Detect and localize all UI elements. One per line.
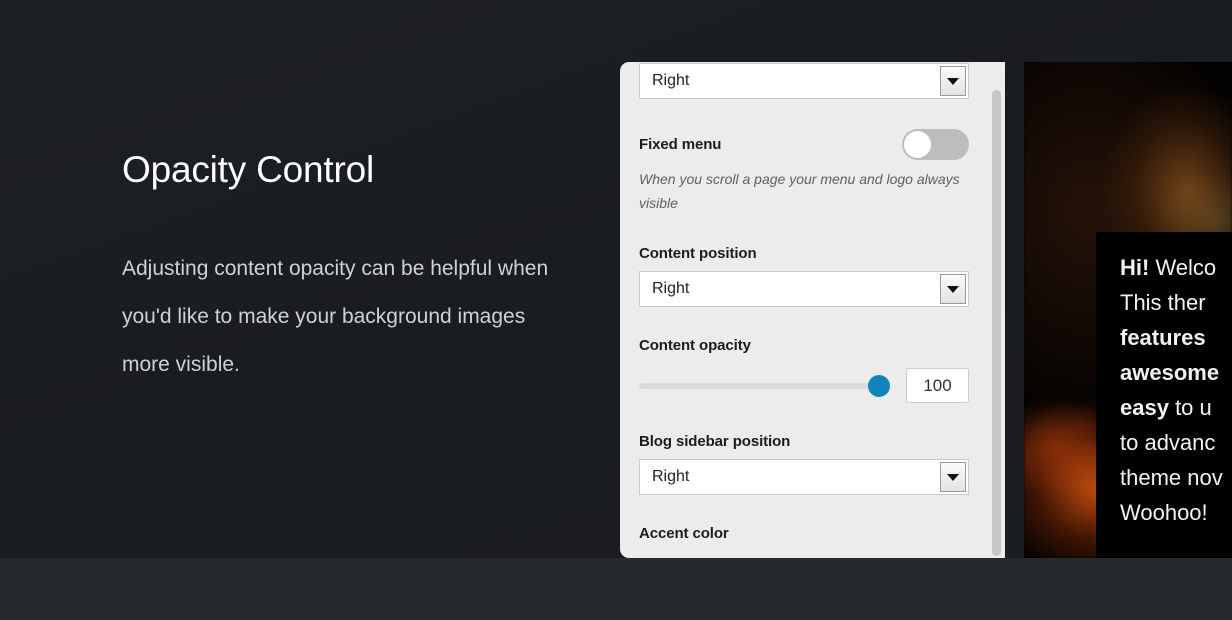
content-opacity-label: Content opacity — [639, 337, 751, 354]
promo-description: Adjusting content opacity can be helpful… — [122, 256, 549, 376]
preview-line-text: to advanc — [1120, 430, 1216, 455]
chevron-down-icon[interactable] — [940, 66, 966, 96]
content-position-value: Right — [652, 280, 690, 297]
theme-preview: Hi! Welco This ther features awesome eas… — [1024, 62, 1232, 558]
preview-line-bold: awesome — [1120, 360, 1220, 385]
preview-line-text: theme nov — [1120, 465, 1223, 490]
preview-line: awesome — [1120, 355, 1232, 390]
content-position-select[interactable]: Right — [639, 271, 969, 307]
menu-position-value: Right — [652, 72, 690, 89]
preview-line: theme nov — [1120, 460, 1232, 495]
toggle-knob — [904, 131, 931, 158]
menu-position-select[interactable]: Right — [639, 63, 969, 99]
page-title: Opacity Control — [122, 149, 374, 190]
panel-scrollbar-thumb[interactable] — [992, 90, 1001, 556]
preview-line-text: Welco — [1149, 255, 1217, 280]
preview-line-bold: features — [1120, 325, 1206, 350]
accent-color-label: Accent color — [639, 525, 729, 542]
settings-list: Right Fixed menu When you scroll a page … — [620, 62, 991, 558]
theme-settings-panel: Right Fixed menu When you scroll a page … — [620, 62, 1005, 558]
content-position-label: Content position — [639, 245, 757, 262]
preview-content-block: Hi! Welco This ther features awesome eas… — [1096, 232, 1232, 558]
content-position-field: Content position Right — [639, 245, 969, 307]
chevron-down-icon[interactable] — [940, 462, 966, 492]
fixed-menu-label: Fixed menu — [639, 136, 722, 153]
preview-line-text: to u — [1168, 395, 1212, 420]
page-background-lower-band — [0, 558, 1232, 620]
content-opacity-slider[interactable] — [639, 374, 890, 397]
preview-line: features — [1120, 320, 1232, 355]
preview-line: Hi! Welco — [1120, 250, 1232, 285]
slider-thumb[interactable] — [868, 374, 890, 397]
preview-line: to advanc — [1120, 425, 1232, 460]
preview-line: This ther — [1120, 285, 1232, 320]
preview-line: easy to u — [1120, 390, 1232, 425]
panel-scrollbar[interactable] — [991, 62, 1002, 558]
blog-sidebar-position-select[interactable]: Right — [639, 459, 969, 495]
preview-line: Woohoo! — [1120, 495, 1232, 530]
preview-line-text: This ther — [1120, 290, 1206, 315]
content-opacity-field: Content opacity 100 — [639, 337, 969, 403]
fixed-menu-help-text: When you scroll a page your menu and log… — [639, 171, 960, 211]
preview-line-bold: Hi! — [1120, 255, 1150, 280]
promo-section: Opacity Control Adjusting content opacit… — [122, 149, 552, 389]
content-opacity-control: 100 — [639, 368, 969, 403]
accent-color-field: Accent color — [639, 525, 969, 542]
slider-track — [639, 382, 890, 389]
blog-sidebar-position-label: Blog sidebar position — [639, 433, 791, 450]
fixed-menu-row: Fixed menu — [639, 129, 969, 160]
preview-line-text: Woohoo! — [1120, 500, 1208, 525]
content-opacity-input[interactable]: 100 — [906, 368, 969, 403]
fixed-menu-toggle[interactable] — [902, 129, 969, 160]
chevron-down-icon[interactable] — [940, 274, 966, 304]
preview-line-bold: easy — [1120, 395, 1169, 420]
blog-sidebar-position-field: Blog sidebar position Right — [639, 433, 969, 495]
blog-sidebar-position-value: Right — [652, 468, 690, 485]
